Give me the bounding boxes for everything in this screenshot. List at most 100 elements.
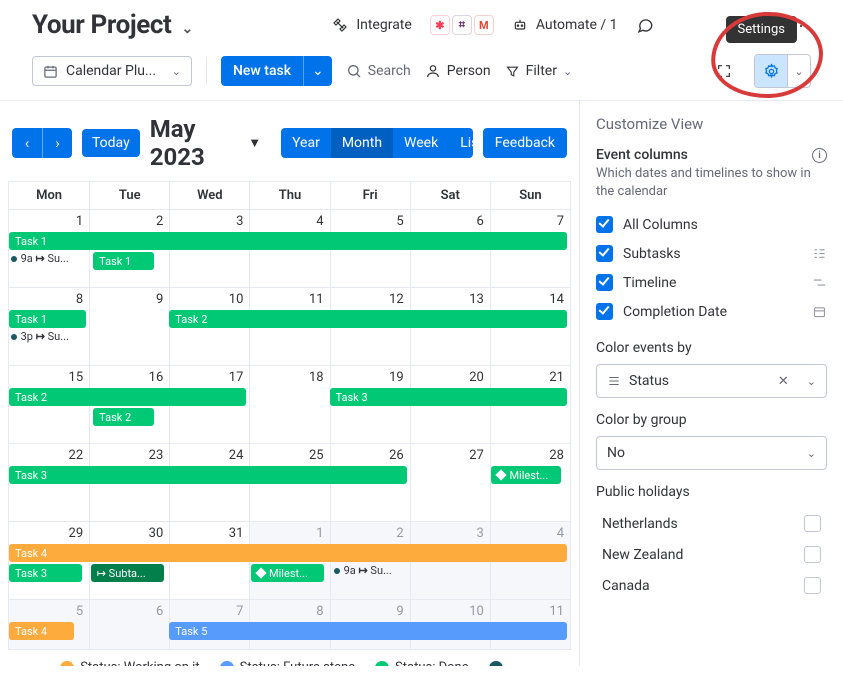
event-bar[interactable]: ↦ Subta... [91, 564, 164, 582]
event-sub[interactable]: 9a ↦ Su... [334, 564, 392, 577]
info-icon[interactable]: i [812, 148, 827, 163]
check-all-columns[interactable]: All Columns [596, 210, 827, 239]
checkbox-icon [596, 274, 613, 291]
view-month[interactable]: Month [331, 128, 393, 158]
chevron-down-icon: ⌄ [172, 65, 181, 78]
integration-apps[interactable]: ✱ ⌗ M [430, 15, 494, 35]
chevron-down-icon: ⌄ [807, 375, 816, 388]
day-header: Wed [169, 182, 249, 209]
view-list[interactable]: List [449, 128, 473, 158]
nav-arrows: ‹ › [12, 128, 72, 158]
settings-more[interactable]: ⌄ [788, 55, 810, 87]
robot-icon [512, 17, 528, 33]
day-number: 28 [549, 448, 564, 463]
day-cell[interactable]: 9 [89, 288, 169, 365]
day-number: 22 [69, 448, 84, 463]
legend-item: — [489, 660, 519, 666]
new-task-caret[interactable]: ⌄ [303, 56, 332, 86]
event-bar[interactable]: Milest... [491, 466, 560, 484]
day-number: 29 [69, 526, 84, 541]
event-bar[interactable]: Milest... [251, 564, 324, 582]
day-cell[interactable]: 18 [249, 366, 329, 443]
event-bar[interactable]: Task 3 [330, 388, 567, 406]
day-number: 19 [389, 370, 404, 385]
expand-button[interactable] [708, 55, 740, 87]
day-cell[interactable]: 6 [89, 600, 169, 649]
event-bar[interactable]: Task 4 [9, 622, 74, 640]
day-number: 23 [149, 448, 164, 463]
expand-icon [716, 63, 732, 79]
event-bar[interactable]: Task 1 [93, 252, 154, 270]
next-month-button[interactable]: › [42, 128, 72, 158]
day-number: 3 [477, 526, 484, 541]
color-by-select[interactable]: Status ✕ ⌄ [596, 364, 827, 398]
day-number: 5 [396, 214, 403, 229]
new-task-button[interactable]: New task ⌄ [221, 56, 332, 86]
person-label: Person [447, 63, 491, 79]
event-bar[interactable]: Task 1 [9, 232, 567, 250]
event-bar[interactable]: Task 5 [169, 622, 567, 640]
legend-item: Status: Done [375, 660, 469, 666]
chevron-down-icon: ⌄ [807, 447, 816, 460]
event-bar[interactable]: Task 2 [9, 388, 246, 406]
event-sub[interactable]: 3p ↦ Su... [11, 330, 69, 343]
day-cell[interactable]: 27 [410, 444, 490, 521]
day-number: 2 [396, 526, 403, 541]
feedback-button[interactable]: Feedback [483, 128, 567, 158]
chat-button[interactable] [636, 16, 654, 34]
day-number: 18 [309, 370, 324, 385]
day-number: 1 [76, 214, 83, 229]
event-columns-title: Event columns i [596, 147, 827, 163]
holiday-newzealand[interactable]: New Zealand [596, 539, 827, 570]
event-bar[interactable]: Task 1 [9, 310, 86, 328]
automate-button[interactable]: Automate / 1 [512, 17, 618, 33]
today-button[interactable]: Today [82, 129, 140, 157]
holidays-label: Public holidays [596, 484, 827, 500]
color-group-select[interactable]: No ⌄ [596, 436, 827, 470]
checkbox-icon [596, 303, 613, 320]
view-dropdown[interactable]: Calendar Plu... ⌄ [32, 56, 192, 86]
check-timeline[interactable]: Timeline [596, 268, 827, 297]
filter-button[interactable]: Filter ⌄ [505, 63, 573, 79]
event-bar[interactable]: Task 3 [9, 466, 407, 484]
chat-icon [636, 16, 654, 34]
project-title[interactable]: Your Project ⌄ [32, 10, 193, 40]
settings-button[interactable] [755, 55, 787, 87]
clear-icon[interactable]: ✕ [778, 374, 789, 389]
checkbox-icon [804, 577, 821, 594]
plug-icon [332, 17, 348, 33]
chevron-down-icon: ⌄ [794, 65, 803, 78]
check-subtasks[interactable]: Subtasks [596, 239, 827, 268]
check-completion[interactable]: Completion Date [596, 297, 827, 326]
person-button[interactable]: Person [425, 63, 491, 79]
event-bar[interactable]: Task 2 [169, 310, 567, 328]
checkbox-icon [804, 546, 821, 563]
day-number: 1 [316, 526, 323, 541]
calendar-icon [812, 304, 827, 319]
month-label[interactable]: May 2023 ▼ [150, 115, 261, 171]
day-number: 10 [229, 292, 244, 307]
prev-month-button[interactable]: ‹ [12, 128, 42, 158]
holiday-canada[interactable]: Canada [596, 570, 827, 601]
week-row: 2930311234Task 4Task 3↦ Subta...Milest..… [9, 521, 570, 599]
holiday-netherlands[interactable]: Netherlands [596, 508, 827, 539]
view-week[interactable]: Week [393, 128, 449, 158]
color-group-label: Color by group [596, 412, 827, 428]
integrate-button[interactable]: Integrate [332, 17, 412, 33]
chevron-down-icon: ⌄ [181, 21, 192, 37]
day-number: 13 [469, 292, 484, 307]
event-sub[interactable]: 9a ↦ Su... [11, 252, 69, 265]
event-bar[interactable]: Task 2 [93, 408, 154, 426]
event-bar[interactable]: Task 3 [9, 564, 82, 582]
event-bar[interactable]: Task 4 [9, 544, 567, 562]
color-by-label: Color events by [596, 340, 827, 356]
app-icon-1: ✱ [430, 15, 450, 35]
day-number: 12 [389, 292, 404, 307]
search-button[interactable]: Search [346, 63, 411, 79]
gear-icon [763, 63, 780, 80]
project-title-text: Your Project [32, 10, 171, 40]
person-icon [425, 63, 441, 79]
search-icon [346, 63, 362, 79]
view-year[interactable]: Year [281, 128, 331, 158]
app-icon-2: ⌗ [452, 15, 472, 35]
